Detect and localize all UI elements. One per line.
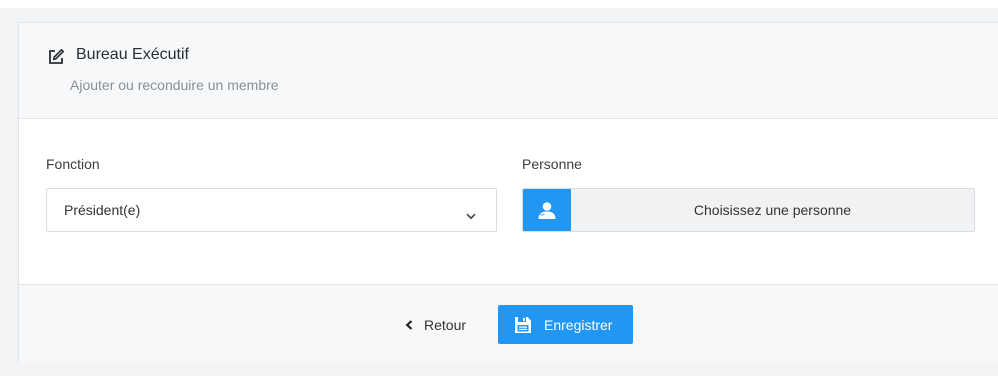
top-strip [0, 0, 998, 8]
personne-label: Personne [522, 156, 582, 172]
fonction-select[interactable]: Président(e) [46, 188, 497, 232]
page: Bureau Exécutif Ajouter ou reconduire un… [0, 0, 998, 376]
card-subtitle: Ajouter ou reconduire un membre [70, 77, 279, 93]
floppy-disk-icon [514, 316, 532, 337]
card-header: Bureau Exécutif Ajouter ou reconduire un… [19, 23, 998, 119]
form-card: Bureau Exécutif Ajouter ou reconduire un… [18, 22, 998, 363]
fonction-label: Fonction [46, 156, 100, 172]
chevron-down-icon [466, 207, 476, 220]
choose-person-button[interactable]: Choisissez une personne [522, 188, 975, 232]
chevron-left-icon [405, 320, 413, 330]
card-body: Fonction Président(e) Personne Choisisse… [19, 119, 998, 285]
person-icon-box [523, 189, 571, 231]
back-label: Retour [424, 317, 467, 333]
fonction-selected-value: Président(e) [64, 202, 141, 218]
back-button[interactable]: Retour [405, 315, 466, 335]
card-footer: Retour Enregistrer [19, 284, 998, 363]
save-button[interactable]: Enregistrer [498, 305, 633, 344]
card-title: Bureau Exécutif [76, 46, 189, 63]
choose-person-label: Choisissez une personne [693, 202, 852, 218]
edit-icon [47, 48, 65, 66]
save-label: Enregistrer [544, 317, 613, 333]
user-icon [538, 202, 556, 219]
